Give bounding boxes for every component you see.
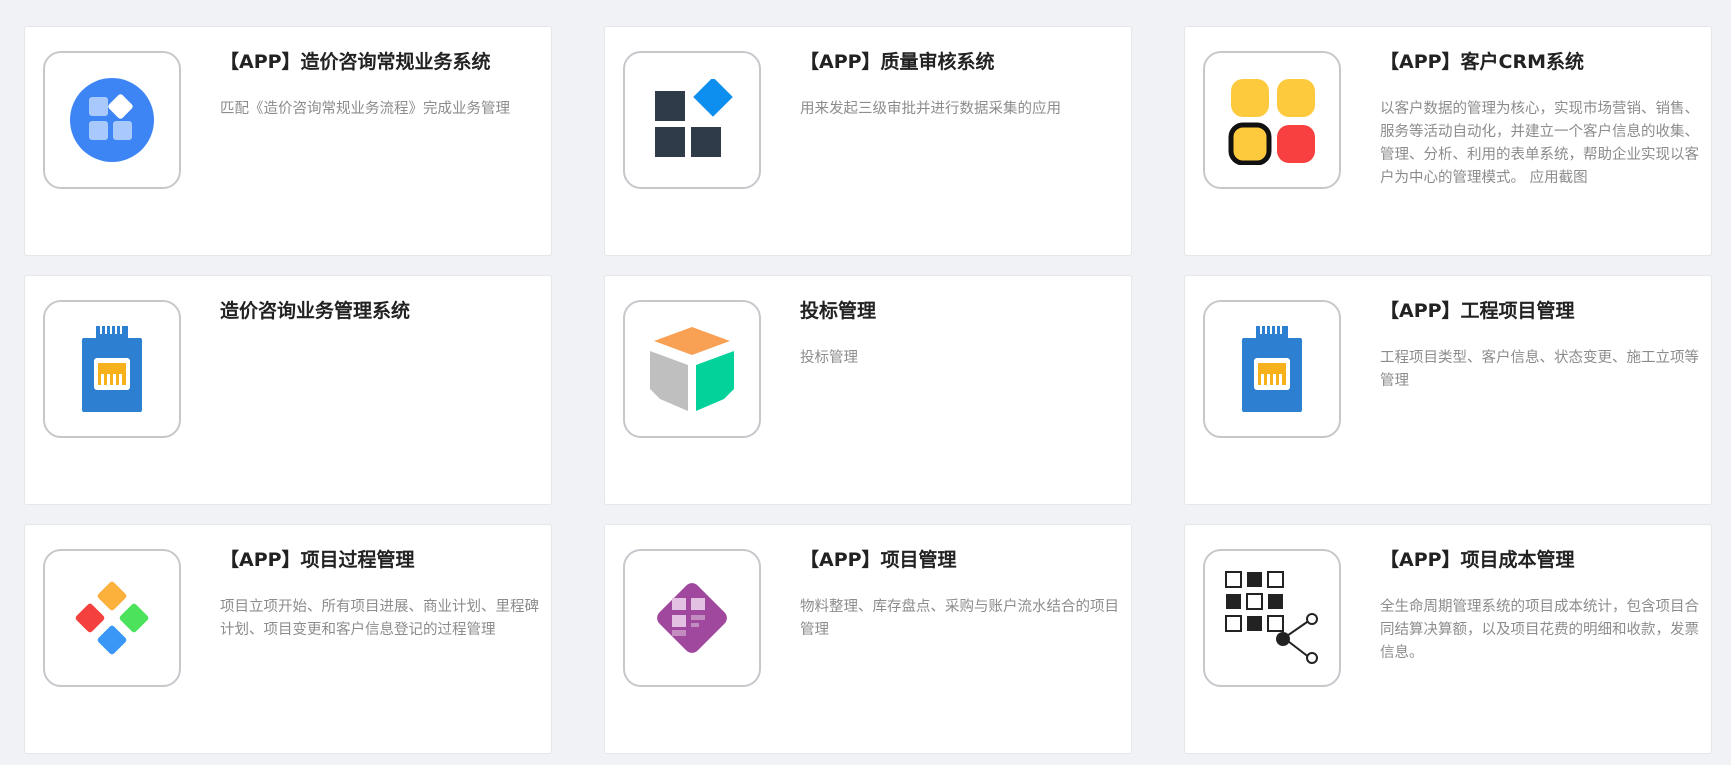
app-icon-frame (43, 549, 181, 687)
app-icon-frame (623, 549, 761, 687)
network-connector-icon (82, 326, 142, 412)
card-description: 投标管理 (800, 350, 858, 366)
card-title: 【APP】项目管理 (800, 549, 957, 571)
app-icon-frame (43, 51, 181, 189)
app-card-grid: 【APP】造价咨询常规业务系统 匹配《造价咨询常规业务流程》完成业务管理 【AP… (24, 26, 1712, 754)
app-card-cost-consulting-business[interactable]: 造价咨询业务管理系统 (24, 275, 552, 505)
card-description: 工程项目类型、客户信息、状态变更、施工立项等管理 (1380, 350, 1699, 389)
app-card-project-process[interactable]: 【APP】项目过程管理 项目立项开始、所有项目进展、商业计划、里程碑计划、项目变… (24, 524, 552, 754)
card-description: 物料整理、库存盘点、采购与账户流水结合的项目管理 (800, 599, 1119, 638)
card-title: 投标管理 (800, 300, 877, 322)
app-icon-frame (1203, 300, 1341, 438)
app-card-quality-review[interactable]: 【APP】质量审核系统 用来发起三级审批并进行数据采集的应用 (604, 26, 1132, 256)
network-connector-icon (1242, 326, 1302, 412)
app-card-crm[interactable]: 【APP】客户CRM系统 以客户数据的管理为核心，实现市场营销、销售、服务等活动… (1184, 26, 1712, 256)
card-description: 项目立项开始、所有项目进展、商业计划、里程碑计划、项目变更和客户信息登记的过程管… (220, 599, 539, 638)
four-diamonds-icon (75, 581, 149, 655)
card-title: 【APP】项目过程管理 (220, 549, 415, 571)
app-card-project-management[interactable]: 【APP】项目管理 物料整理、库存盘点、采购与账户流水结合的项目管理 (604, 524, 1132, 754)
colored-squares-icon (1228, 79, 1315, 165)
card-description: 匹配《造价咨询常规业务流程》完成业务管理 (220, 101, 510, 117)
app-icon-frame (623, 300, 761, 438)
card-title: 【APP】工程项目管理 (1380, 300, 1575, 322)
card-title: 【APP】客户CRM系统 (1380, 51, 1585, 73)
card-title: 【APP】质量审核系统 (800, 51, 995, 73)
grid-share-icon (1225, 571, 1318, 664)
card-description: 全生命周期管理系统的项目成本统计，包含项目合同结算决算额，以及项目花费的明细和收… (1380, 599, 1699, 661)
app-icon-frame (1203, 549, 1341, 687)
app-card-project-cost[interactable]: 【APP】项目成本管理 全生命周期管理系统的项目成本统计，包含项目合同结算决算额… (1184, 524, 1712, 754)
card-description: 以客户数据的管理为核心，实现市场营销、销售、服务等活动自动化，并建立一个客户信息… (1380, 101, 1699, 186)
app-card-bidding[interactable]: 投标管理 投标管理 (604, 275, 1132, 505)
card-description: 用来发起三级审批并进行数据采集的应用 (800, 101, 1061, 117)
app-icon-frame (1203, 51, 1341, 189)
app-icon-frame (623, 51, 761, 189)
app-card-engineering-project[interactable]: 【APP】工程项目管理 工程项目类型、客户信息、状态变更、施工立项等管理 (1184, 275, 1712, 505)
app-icon-frame (43, 300, 181, 438)
card-title: 【APP】项目成本管理 (1380, 549, 1575, 571)
dark-blocks-diamond-icon (655, 79, 733, 157)
cube-icon (650, 327, 734, 411)
card-title: 【APP】造价咨询常规业务系统 (220, 51, 491, 73)
purple-diamond-icon (657, 583, 727, 653)
card-title: 造价咨询业务管理系统 (220, 300, 411, 322)
app-card-cost-consulting-routine[interactable]: 【APP】造价咨询常规业务系统 匹配《造价咨询常规业务流程》完成业务管理 (24, 26, 552, 256)
blue-circle-tiles-icon (70, 78, 154, 162)
